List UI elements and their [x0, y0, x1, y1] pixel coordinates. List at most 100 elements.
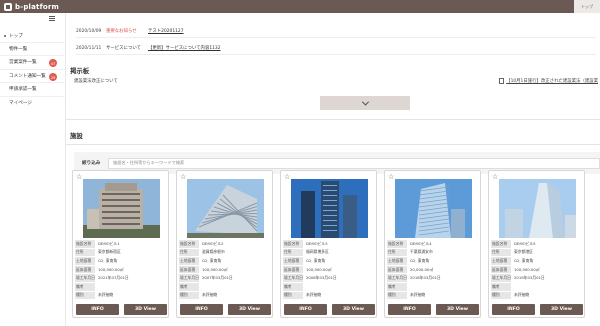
detail-row: 住所 東京都港区: [491, 248, 583, 258]
detail-value: 2021年07月01日: [98, 275, 129, 281]
detail-row: 土地面積 G2, 東南角: [75, 257, 167, 266]
star-icon[interactable]: ☆: [180, 174, 186, 181]
detail-label: 種別: [491, 291, 511, 300]
detail-row: 住所 福岡県博多区: [283, 248, 375, 258]
detail-value: G2, 東南角: [514, 257, 534, 263]
detail-row: 延床面積 100,000.00㎡: [491, 265, 583, 275]
info-button[interactable]: INFO: [180, 304, 223, 315]
detail-row: 種別 未評価物: [179, 291, 271, 301]
detail-row: 種別 未評価物: [491, 291, 583, 301]
search-input[interactable]: 施設名・住所等からキーワードで検索: [108, 157, 600, 169]
sidebar-item-comments[interactable]: コメント通知一覧 29: [0, 69, 66, 82]
detail-value: 滋賀県彦根市: [202, 249, 225, 255]
3d-view-button[interactable]: 3D View: [124, 304, 167, 315]
info-button[interactable]: INFO: [76, 304, 119, 315]
detail-label: 土地面積: [387, 257, 407, 265]
logo-icon: [4, 2, 12, 11]
star-icon[interactable]: ☆: [76, 174, 82, 181]
board-post[interactable]: 建設業法改正について: [74, 78, 118, 84]
detail-label: 施設名称: [491, 240, 511, 248]
detail-value: 未評価物: [514, 292, 530, 298]
detail-value: 100,000.00㎡: [306, 266, 332, 272]
news-item[interactable]: 2020/10/09 重要なお知らせ テスト20201127: [76, 25, 596, 38]
board-heading: 掲示板: [70, 67, 90, 75]
news-title-link[interactable]: 【更新】サービスについて内容1132: [148, 45, 221, 51]
divider: [66, 119, 600, 120]
property-photo: [395, 179, 472, 238]
detail-label: 施設名称: [387, 240, 407, 248]
detail-row: 竣工年月日 2008年03月01日: [283, 274, 375, 283]
divider: [66, 144, 600, 145]
detail-label: 備考: [491, 282, 511, 291]
detail-value: 東京都港区: [514, 249, 533, 255]
count-badge: 29: [49, 73, 57, 81]
detail-value: DEMOビル4: [410, 240, 432, 246]
detail-row: 備考: [283, 282, 375, 292]
property-card[interactable]: ☆ 施設名称 DEMOビル5 住所 東京都港区 土地面積 G2, 東南角 延床面積 100,00…: [488, 170, 585, 318]
detail-value: DEMOビル5: [514, 240, 536, 246]
detail-row: 竣工年月日 2021年07月01日: [75, 274, 167, 283]
info-button[interactable]: INFO: [492, 304, 535, 315]
detail-value: G2, 東南角: [306, 257, 326, 263]
detail-row: 施設名称 DEMOビル4: [387, 240, 479, 249]
detail-value: DEMOビル2: [202, 240, 224, 246]
detail-label: 備考: [75, 282, 95, 291]
property-card[interactable]: ☆ 施設名称 DEMOビル1 住所 東京都新宿区 土地面積 G2, 東南角 延床面積 100,0…: [72, 170, 169, 318]
sidebar-item-top[interactable]: トップ: [0, 29, 66, 42]
property-card[interactable]: ☆ 施設名称 DEMOビル2 住所 滋賀県彦根市 土地面積 G2, 東南角 延床面積 100,0…: [176, 170, 273, 318]
detail-label: 土地面積: [75, 257, 95, 265]
detail-value: 未評価物: [410, 292, 426, 298]
detail-row: 備考: [75, 282, 167, 292]
detail-row: 延床面積 100,000.00㎡: [179, 265, 271, 275]
detail-row: 備考: [491, 282, 583, 292]
detail-value: DEMOビル1: [98, 240, 120, 246]
properties-heading: 施設: [70, 132, 83, 140]
detail-label: 備考: [283, 282, 303, 291]
3d-view-button[interactable]: 3D View: [228, 304, 271, 315]
board-link[interactable]: 【10月1日施行】改正された建設業法（建設業: [499, 78, 598, 84]
sidebar-item-properties[interactable]: 物件一覧: [0, 42, 66, 55]
detail-row: 住所 千葉県浦安市: [387, 248, 479, 258]
sidebar-item-approvals[interactable]: 申請承認一覧: [0, 82, 66, 95]
detail-value: G2, 東南角: [98, 257, 118, 263]
news-category: 重要なお知らせ: [106, 29, 137, 34]
detail-label: 土地面積: [283, 257, 303, 265]
detail-row: 竣工年月日 2007年03月01日: [179, 274, 271, 283]
detail-row: 延床面積 20,000.00㎡: [387, 265, 479, 275]
detail-value: G2, 東南角: [410, 257, 430, 263]
3d-view-button[interactable]: 3D View: [436, 304, 479, 315]
expand-button[interactable]: [320, 96, 410, 110]
detail-label: 竣工年月日: [75, 274, 95, 282]
detail-label: 延床面積: [491, 265, 511, 274]
chevron-down-icon: [361, 98, 369, 106]
menu-icon[interactable]: [49, 16, 55, 21]
news-title-link[interactable]: テスト20201127: [148, 28, 184, 34]
detail-label: 土地面積: [179, 257, 199, 265]
star-icon[interactable]: ☆: [284, 174, 290, 181]
info-button[interactable]: INFO: [388, 304, 431, 315]
property-card[interactable]: ☆ 施設名称 DEMOビル4 住所 千葉県浦安市 土地面積 G2, 東南角 延床面積 20,00…: [384, 170, 481, 318]
detail-row: 住所 東京都新宿区: [75, 248, 167, 258]
detail-row: 種別 未評価物: [283, 291, 375, 301]
3d-view-button[interactable]: 3D View: [540, 304, 583, 315]
top-right-link[interactable]: トップ: [574, 0, 600, 13]
detail-value: 2019年03月01日: [514, 275, 545, 281]
sidebar-item-sales[interactable]: 営業案件一覧 47: [0, 55, 66, 68]
star-icon[interactable]: ☆: [492, 174, 498, 181]
star-icon[interactable]: ☆: [388, 174, 394, 181]
sidebar-item-mypage[interactable]: マイページ: [0, 96, 66, 109]
news-item[interactable]: 2020/11/11 サービスについて 【更新】サービスについて内容1132: [76, 42, 596, 55]
detail-row: 延床面積 100,000.00㎡: [283, 265, 375, 275]
news-category: サービスについて: [106, 46, 141, 51]
app-logo[interactable]: b-platform: [0, 0, 72, 13]
detail-row: 土地面積 G2, 東南角: [387, 257, 479, 266]
detail-value: 2007年03月01日: [202, 275, 233, 281]
detail-label: 施設名称: [75, 240, 95, 248]
detail-value: 未評価物: [202, 292, 218, 298]
info-button[interactable]: INFO: [284, 304, 327, 315]
detail-row: 土地面積 G2, 東南角: [491, 257, 583, 266]
detail-row: 施設名称 DEMOビル3: [283, 240, 375, 249]
detail-row: 竣工年月日 2018年03月01日: [387, 274, 479, 283]
3d-view-button[interactable]: 3D View: [332, 304, 375, 315]
property-card[interactable]: ☆ 施設名称 DEMOビル3 住所 福岡県博多区 土地面積 G2, 東南角延床面積 100,0…: [280, 170, 377, 318]
